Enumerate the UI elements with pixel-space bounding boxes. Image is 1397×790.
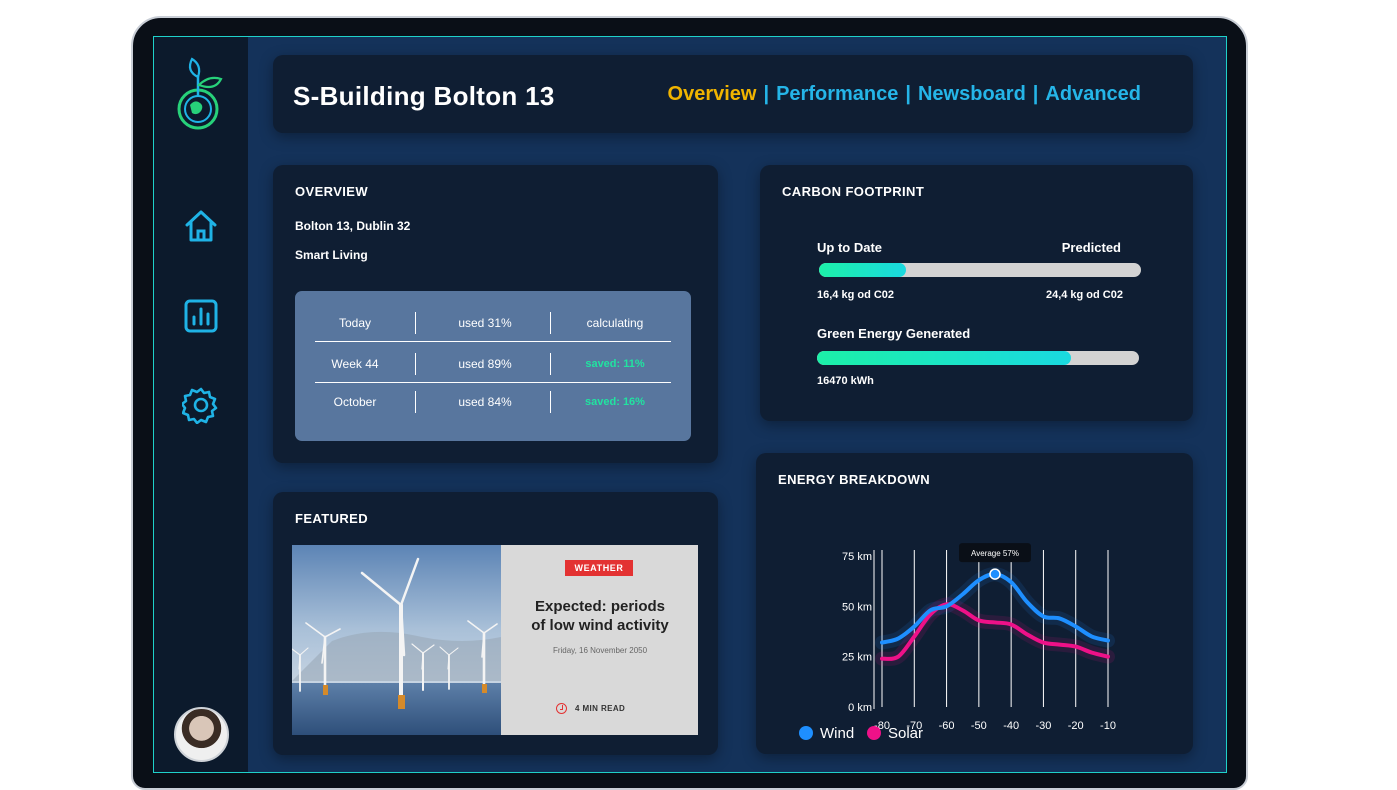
overview-panel: OVERVIEW Bolton 13, Dublin 32 Smart Livi… <box>273 165 718 463</box>
y-tick-label: 50 km <box>842 601 872 613</box>
building-tagline: Smart Living <box>295 248 368 262</box>
usage-table: Today used 31% calculating Week 44 used … <box>295 291 691 441</box>
usage-cell: used 84% <box>458 395 512 409</box>
category-badge: WEATHER <box>565 560 633 576</box>
nav-separator: | <box>1032 83 1039 105</box>
column-divider <box>550 312 551 334</box>
tab-advanced[interactable]: Advanced <box>1045 83 1141 106</box>
article-headline[interactable]: Expected: periods of low wind activity <box>508 597 692 635</box>
page-title: S-Building Bolton 13 <box>293 81 555 111</box>
legend-label: Wind <box>820 725 854 742</box>
carbon-title: CARBON FOOTPRINT <box>782 184 925 199</box>
period-cell: October <box>333 395 377 409</box>
table-row: Week 44 used 89% saved: 11% <box>315 345 671 383</box>
y-tick-label: 75 km <box>842 551 872 563</box>
column-divider <box>550 391 551 413</box>
period-cell: Today <box>338 316 372 330</box>
dashboard-screen: S-Building Bolton 13 Overview | Performa… <box>153 36 1227 773</box>
period-cell: Week 44 <box>331 357 379 371</box>
tooltip-label: Average 57% <box>971 549 1019 558</box>
clock-icon <box>556 703 567 714</box>
predicted-value: 24,4 kg od C02 <box>1045 289 1123 301</box>
carbon-footprint-panel: CARBON FOOTPRINT Up to Date Predicted 16… <box>760 165 1193 421</box>
leaf-globe-logo[interactable] <box>172 55 232 133</box>
headline-line: of low wind activity <box>531 617 669 634</box>
top-navigation: Overview | Performance | Newsboard | Adv… <box>668 83 1141 106</box>
article-date: Friday, 16 November 2050 <box>552 646 648 655</box>
chart-icon[interactable] <box>182 297 220 335</box>
home-icon[interactable] <box>182 207 220 245</box>
column-divider <box>415 391 416 413</box>
y-tick-label: 25 km <box>842 652 872 664</box>
overview-title: OVERVIEW <box>295 184 369 199</box>
gear-icon[interactable] <box>182 386 220 424</box>
featured-panel: FEATURED WEATHER Expected: periods of lo… <box>273 492 718 755</box>
x-tick-label: -20 <box>1068 720 1084 732</box>
usage-cell: used 89% <box>458 357 512 371</box>
status-cell: calculating <box>586 316 644 330</box>
x-tick-label: -60 <box>939 720 955 732</box>
table-row: Today used 31% calculating <box>315 304 671 342</box>
usage-cell: used 31% <box>458 316 512 330</box>
green-energy-progress-bar <box>817 351 1139 365</box>
column-divider <box>415 353 416 375</box>
saved-cell: saved: 16% <box>585 396 645 408</box>
column-divider <box>550 353 551 375</box>
sidebar <box>154 37 248 772</box>
nav-separator: | <box>763 83 770 105</box>
energy-breakdown-panel: ENERGY BREAKDOWN 0 km 25 km 50 km 75 km -80-… <box>756 453 1193 754</box>
headline-line: Expected: periods <box>534 598 666 615</box>
x-tick-label: -10 <box>1100 720 1116 732</box>
footprint-progress-fill <box>819 263 906 277</box>
up-to-date-value: 16,4 kg od C02 <box>817 289 895 301</box>
tab-overview[interactable]: Overview <box>668 83 757 106</box>
user-avatar[interactable] <box>174 707 229 762</box>
y-tick-label: 0 km <box>848 702 872 714</box>
x-tick-label: -40 <box>1003 720 1019 732</box>
energy-line-chart[interactable]: 0 km25 km50 km75 km-80 -70 -60 -50 -40 -30 -20… <box>756 453 1193 754</box>
predicted-label: Predicted <box>1061 240 1121 255</box>
featured-article-card[interactable]: WEATHER Expected: periods of low wind ac… <box>292 545 698 735</box>
x-tick-label: -50 <box>971 720 987 732</box>
legend-swatch <box>799 726 813 740</box>
green-energy-label: Green Energy Generated <box>817 326 971 341</box>
saved-cell: saved: 11% <box>585 358 645 370</box>
read-time: 4 MIN READ <box>556 703 625 714</box>
up-to-date-label: Up to Date <box>817 240 882 255</box>
wind-turbines-image <box>292 545 501 735</box>
tab-newsboard[interactable]: Newsboard <box>918 83 1026 106</box>
green-energy-progress-fill <box>817 351 1072 365</box>
header-bar: S-Building Bolton 13 Overview | Performa… <box>273 55 1193 133</box>
building-address: Bolton 13, Dublin 32 <box>295 219 411 233</box>
green-energy-value: 16470 kWh <box>817 375 874 387</box>
table-row: October used 84% saved: 16% <box>315 383 671 421</box>
column-divider <box>415 312 416 334</box>
read-time-label: 4 MIN READ <box>575 704 626 713</box>
featured-title: FEATURED <box>295 511 369 526</box>
footprint-progress-bar <box>819 263 1141 277</box>
legend-swatch <box>867 726 881 740</box>
data-point-marker <box>989 568 1001 580</box>
tab-performance[interactable]: Performance <box>776 83 898 106</box>
nav-separator: | <box>905 83 911 105</box>
row-divider <box>315 341 671 342</box>
legend-label: Solar <box>888 725 923 742</box>
x-tick-label: -30 <box>1035 720 1051 732</box>
